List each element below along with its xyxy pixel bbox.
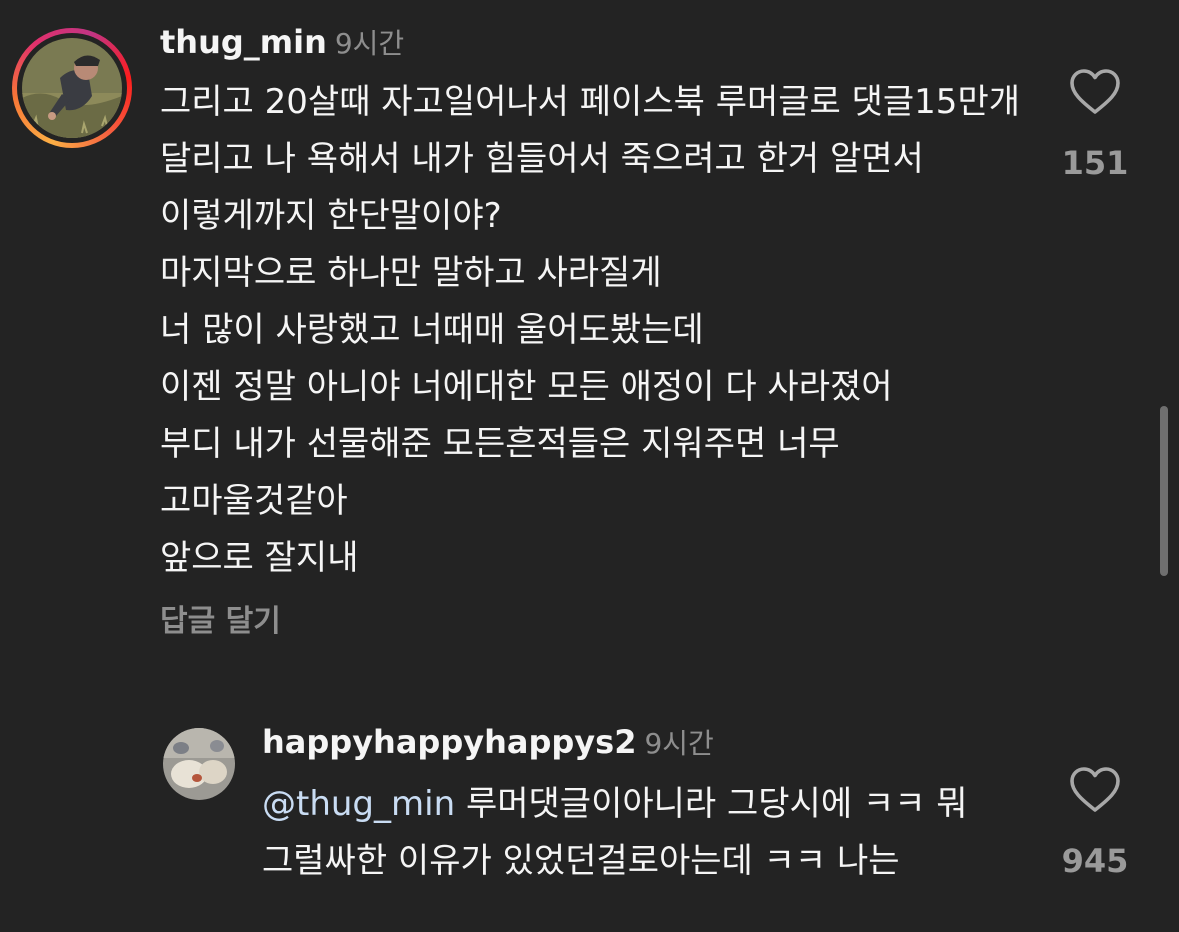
like-control: 151 xyxy=(1050,68,1140,182)
comment-line: 너 많이 사랑했고 너때매 울어도봤는데 xyxy=(160,310,704,350)
like-count: 945 xyxy=(1061,842,1129,880)
like-count: 151 xyxy=(1061,144,1129,182)
comment-line: 마지막으로 하나만 말하고 사라질게 xyxy=(160,253,662,293)
comment-line: 그리고 20살때 자고일어나서 페이스북 루머글로 댓글15만개 달리고 나 욕… xyxy=(160,82,1021,236)
comment-text: @thug_min 루머댓글이아니라 그당시에 ㅋㅋ 뭐 그럴싸한 이유가 있었… xyxy=(262,776,1022,890)
comment-header: thug_min 9시간 xyxy=(160,22,404,62)
heart-outline-icon[interactable] xyxy=(1069,766,1121,814)
scrollbar[interactable] xyxy=(1160,406,1168,576)
avatar xyxy=(22,38,122,138)
comment-line: 앞으로 잘지내 xyxy=(160,538,359,578)
comment-line: 부디 내가 선물해준 모든흔적들은 지워주면 너무 고마울것같아 xyxy=(160,424,840,521)
comment-line: 이젠 정말 아니야 너에대한 모든 애정이 다 사라졌어 xyxy=(160,367,893,407)
comment-header: happyhappyhappys2 9시간 xyxy=(262,722,714,762)
mention-link[interactable]: @thug_min xyxy=(262,784,455,824)
comment-text: 그리고 20살때 자고일어나서 페이스북 루머글로 댓글15만개 달리고 나 욕… xyxy=(160,74,1020,587)
like-control: 945 xyxy=(1050,766,1140,880)
username[interactable]: happyhappyhappys2 xyxy=(262,723,636,761)
heart-outline-icon[interactable] xyxy=(1069,68,1121,116)
username[interactable]: thug_min xyxy=(160,23,327,61)
avatar[interactable] xyxy=(163,728,235,800)
timestamp: 9시간 xyxy=(644,727,714,760)
timestamp: 9시간 xyxy=(334,27,405,60)
story-ring-avatar[interactable] xyxy=(12,28,132,148)
reply-button[interactable]: 답글 달기 xyxy=(160,596,281,640)
